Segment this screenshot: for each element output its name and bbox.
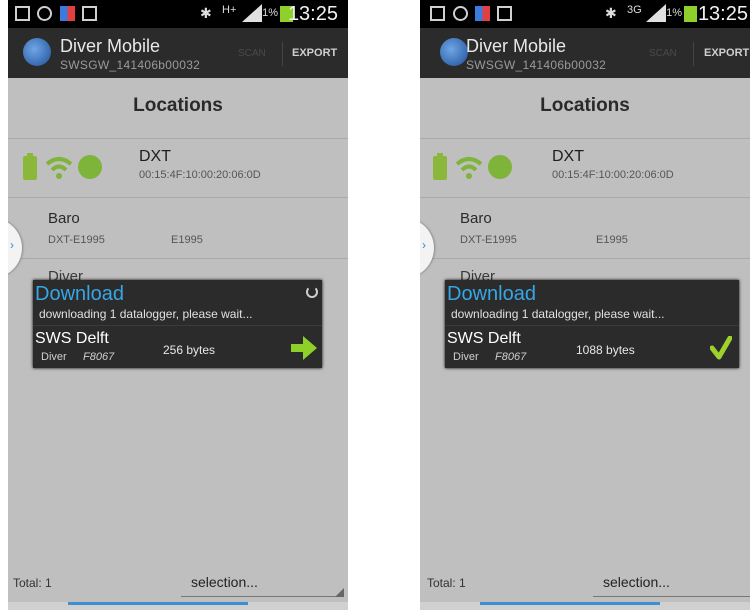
battery-level-icon — [433, 153, 447, 180]
download-dialog: Download downloading 1 datalogger, pleas… — [33, 280, 322, 368]
usb-icon — [37, 6, 52, 21]
dialog-title: Download — [447, 283, 536, 305]
dxt-name: DXT — [552, 148, 584, 165]
bytes-transferred: 1088 bytes — [576, 343, 635, 357]
total-count: Total: 1 — [427, 576, 466, 590]
selection-dropdown[interactable]: selection... — [191, 574, 258, 590]
dialog-title: Download — [35, 283, 124, 305]
status-time: 13:25 — [697, 3, 748, 25]
app-bar: Diver Mobile SWSGW_141406b00032 SCAN EXP… — [420, 28, 750, 78]
status-bar: ✱ H+ 81% 13:25 — [8, 0, 348, 28]
selection-underline — [593, 596, 750, 597]
app-notification-icon — [475, 6, 490, 21]
baro-name: Baro — [460, 210, 492, 227]
dxt-name: DXT — [139, 148, 171, 165]
download-notification-icon — [497, 6, 512, 21]
divider — [8, 197, 348, 198]
divider — [420, 138, 750, 139]
chevron-right-icon: › — [422, 238, 426, 252]
app-logo-icon[interactable] — [440, 38, 468, 66]
export-button[interactable]: EXPORT — [292, 47, 337, 59]
divider — [693, 42, 694, 66]
dialog-message: downloading 1 datalogger, please wait... — [451, 307, 665, 321]
download-dialog: Download downloading 1 datalogger, pleas… — [445, 280, 739, 368]
dropdown-corner-icon — [335, 588, 344, 597]
app-subtitle: SWSGW_141406b00032 — [466, 58, 607, 72]
battery-percent: 81% — [256, 7, 279, 19]
device-name: SWS Delft — [447, 330, 521, 347]
wifi-icon — [45, 157, 73, 179]
app-bar: Diver Mobile SWSGW_141406b00032 SCAN EXP… — [8, 28, 348, 78]
device-type: Diver — [41, 351, 67, 363]
checkmark-icon — [710, 336, 732, 360]
spinner-icon — [306, 286, 318, 298]
progress-accent — [68, 602, 248, 605]
selection-underline — [181, 596, 343, 597]
baro-code: E1995 — [171, 234, 203, 246]
baro-id: DXT-E1995 — [460, 234, 517, 246]
divider — [33, 325, 322, 326]
baro-id: DXT-E1995 — [48, 234, 105, 246]
network-type: 3G — [627, 4, 642, 16]
divider — [8, 258, 348, 259]
battery-icon — [684, 6, 697, 22]
page-title: Locations — [133, 95, 223, 116]
battery-level-icon — [23, 153, 37, 180]
progress-accent — [480, 602, 660, 605]
battery-percent: 81% — [660, 7, 683, 19]
app-notification-icon — [60, 6, 75, 21]
scan-button[interactable]: SCAN — [238, 48, 266, 59]
gallery-icon — [15, 6, 30, 21]
baro-name: Baro — [48, 210, 80, 227]
device-name: SWS Delft — [35, 330, 109, 347]
status-bar: ✱ 3G 81% 13:25 — [420, 0, 750, 28]
app-title: Diver Mobile — [60, 36, 161, 56]
divider — [420, 258, 750, 259]
bottom-bar — [8, 602, 348, 610]
device-serial: F8067 — [495, 351, 527, 363]
network-type: H+ — [222, 4, 237, 16]
bluetooth-icon: ✱ — [200, 5, 212, 21]
app-subtitle: SWSGW_141406b00032 — [60, 58, 201, 72]
bluetooth-icon: ✱ — [605, 5, 617, 21]
scan-button[interactable]: SCAN — [649, 48, 677, 59]
status-dot-icon — [78, 155, 102, 179]
export-button[interactable]: EXPORT — [704, 47, 749, 59]
page-title: Locations — [540, 95, 630, 116]
device-serial: F8067 — [83, 351, 115, 363]
baro-code: E1995 — [596, 234, 628, 246]
bytes-transferred: 256 bytes — [163, 343, 216, 357]
total-count: Total: 1 — [13, 576, 52, 590]
app-logo-icon[interactable] — [23, 38, 51, 66]
wifi-icon — [455, 157, 483, 179]
phone-screen-left: ✱ H+ 81% 13:25 Diver Mobile SWSGW_141406… — [8, 0, 348, 610]
divider — [445, 325, 739, 326]
phone-screen-right: ✱ 3G 81% 13:25 Diver Mobile SWSGW_141406… — [420, 0, 750, 610]
divider — [282, 42, 283, 66]
usb-icon — [453, 6, 468, 21]
selection-dropdown[interactable]: selection... — [603, 574, 670, 590]
device-type: Diver — [453, 351, 479, 363]
divider — [420, 197, 750, 198]
status-dot-icon — [488, 155, 512, 179]
status-time: 13:25 — [287, 3, 338, 25]
gallery-icon — [430, 6, 445, 21]
dialog-message: downloading 1 datalogger, please wait... — [39, 307, 253, 321]
app-title: Diver Mobile — [466, 36, 567, 56]
bottom-bar — [420, 602, 750, 610]
chevron-right-icon: › — [10, 238, 14, 252]
dxt-mac-address: 00:15:4F:10:00:20:06:0D — [552, 169, 674, 181]
divider — [8, 138, 348, 139]
drawer-handle[interactable]: › — [420, 218, 434, 278]
arrow-right-icon — [291, 336, 317, 360]
dxt-mac-address: 00:15:4F:10:00:20:06:0D — [139, 169, 261, 181]
drawer-handle[interactable]: › — [8, 218, 22, 278]
download-notification-icon — [82, 6, 97, 21]
